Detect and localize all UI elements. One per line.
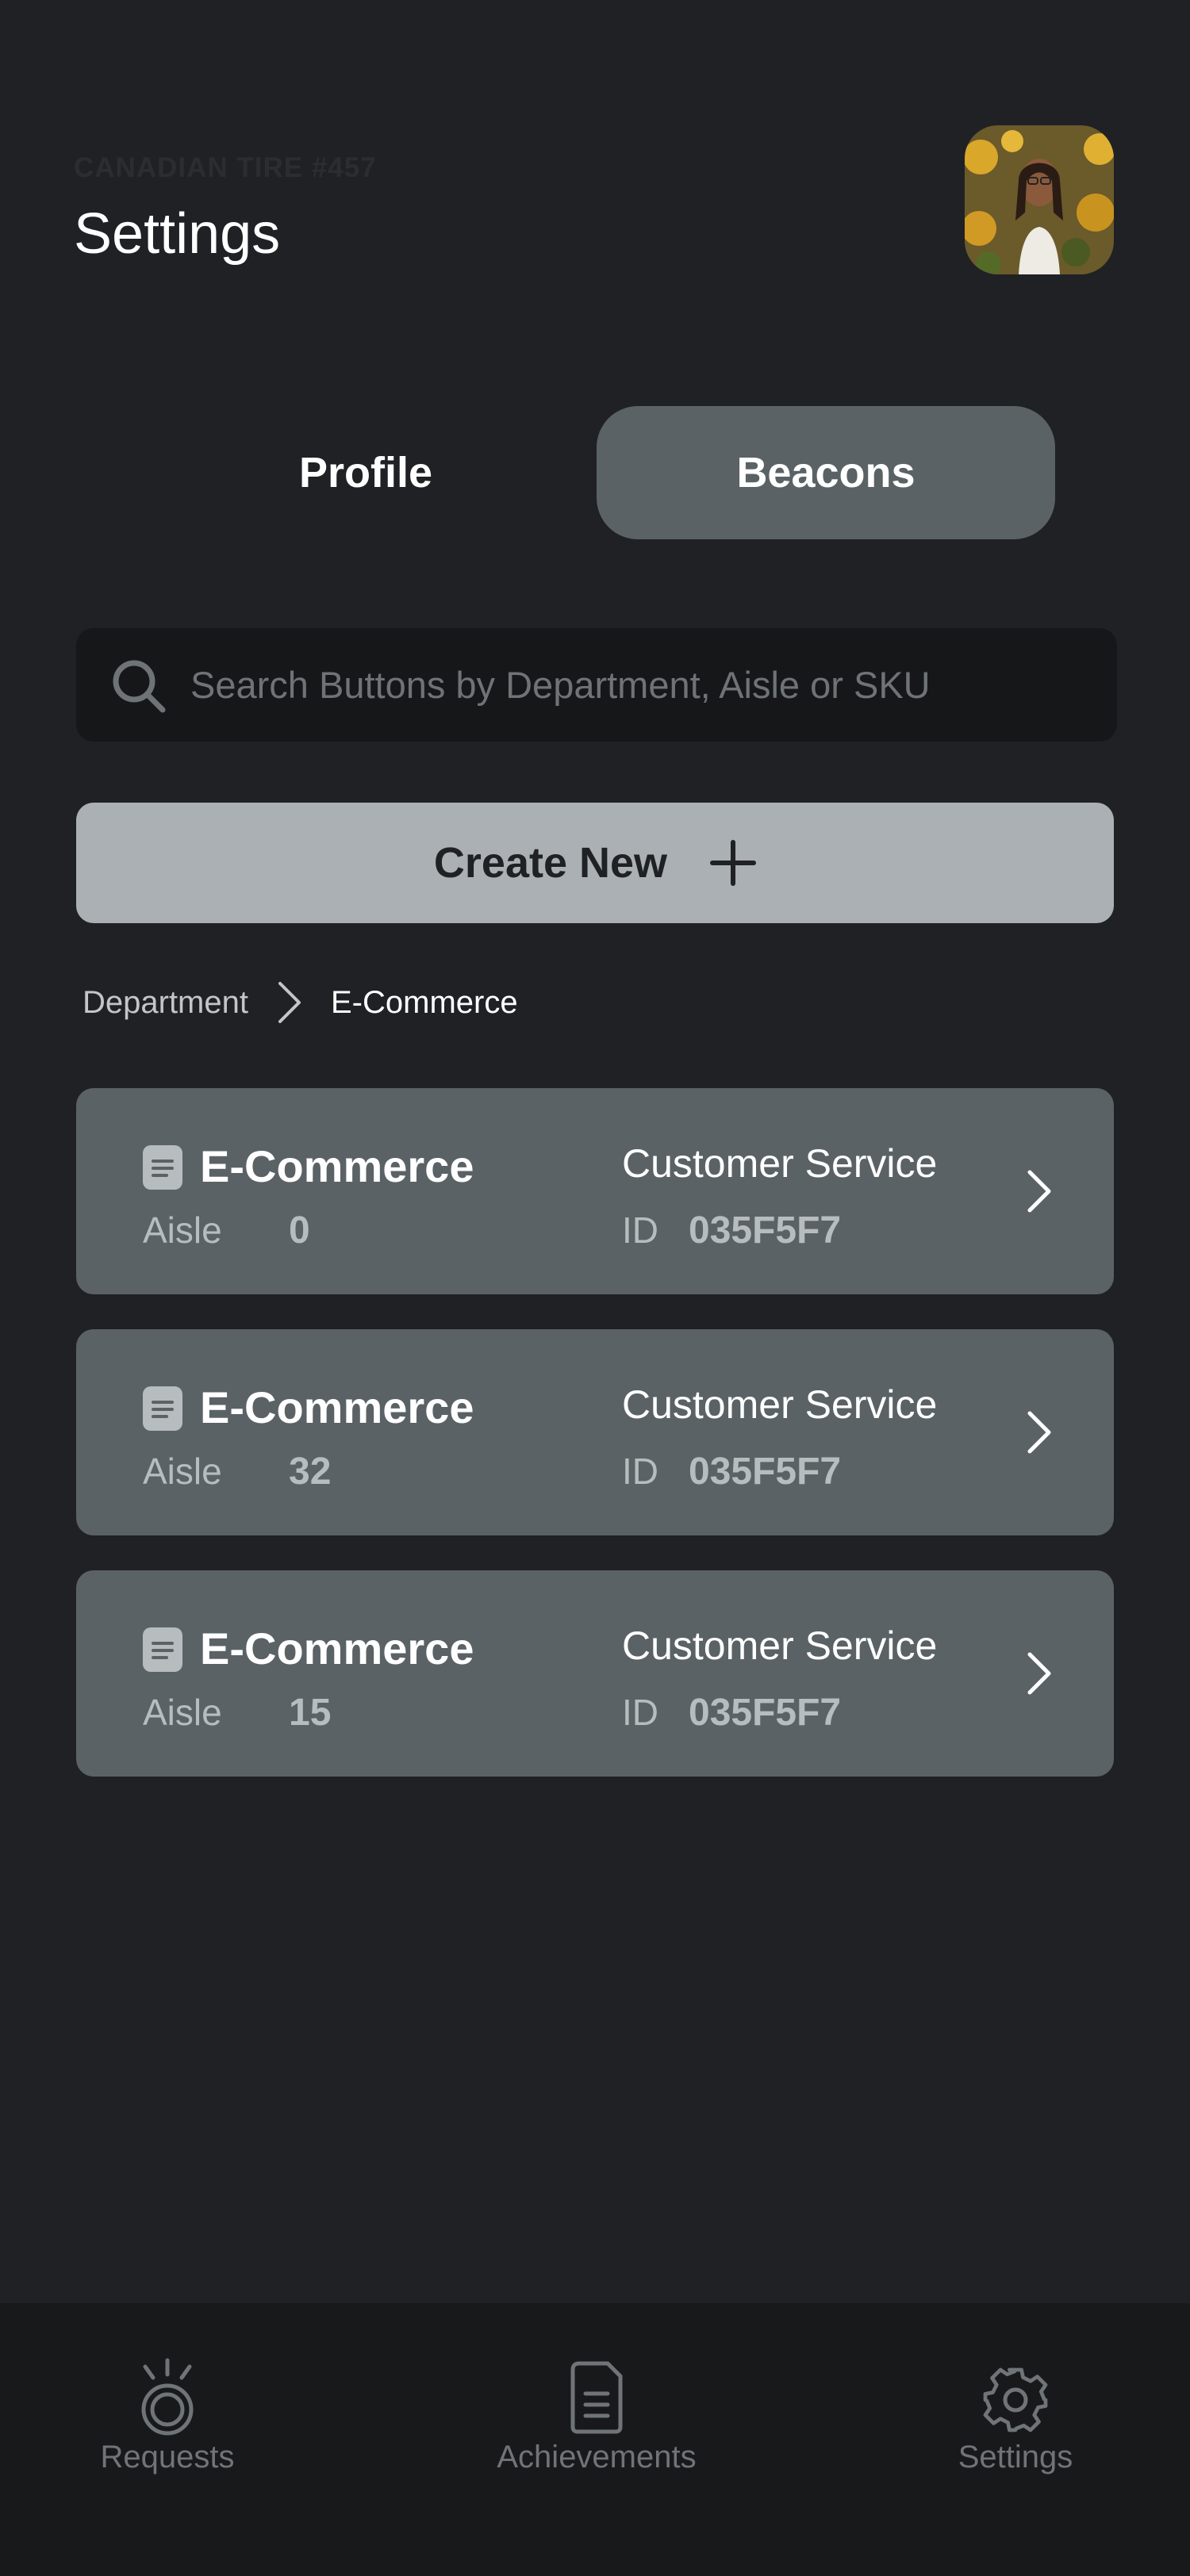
id-value: 035F5F7 bbox=[689, 1209, 842, 1252]
chevron-right-icon bbox=[1027, 1170, 1051, 1213]
search-icon bbox=[113, 660, 166, 713]
id-label: ID bbox=[622, 1209, 658, 1251]
breadcrumb-current: E-Commerce bbox=[330, 984, 518, 1020]
aisle-label: Aisle bbox=[143, 1451, 222, 1492]
beacon-service: Customer Service bbox=[622, 1141, 938, 1186]
id-label: ID bbox=[622, 1692, 658, 1733]
aisle-value: 0 bbox=[289, 1209, 310, 1252]
aisle-label: Aisle bbox=[143, 1692, 222, 1733]
chevron-right-icon bbox=[1027, 1652, 1051, 1695]
chevron-right-icon bbox=[278, 982, 301, 1023]
beacon-service: Customer Service bbox=[622, 1382, 938, 1427]
bottom-nav: Requests Achievements Settings bbox=[0, 2303, 1190, 2576]
beacon-department: E-Commerce bbox=[200, 1623, 474, 1673]
create-new-label: Create New bbox=[433, 839, 668, 887]
breadcrumb: Department E-Commerce bbox=[83, 979, 518, 1026]
beacon-card[interactable]: E-Commerce Aisle 15 Customer Service ID … bbox=[76, 1570, 1114, 1777]
document-icon bbox=[143, 1386, 182, 1431]
create-new-button[interactable]: Create New bbox=[76, 803, 1114, 923]
aisle-value: 15 bbox=[289, 1692, 332, 1734]
nav-requests[interactable]: Requests bbox=[83, 2303, 252, 2509]
avatar[interactable] bbox=[965, 125, 1114, 274]
plus-icon bbox=[710, 840, 757, 886]
nav-requests-label: Requests bbox=[100, 2440, 235, 2474]
nav-achievements[interactable]: Achievements bbox=[478, 2303, 716, 2509]
tab-profile[interactable]: Profile bbox=[136, 406, 595, 539]
search-input[interactable] bbox=[190, 628, 1095, 742]
id-value: 035F5F7 bbox=[689, 1692, 842, 1734]
gear-icon bbox=[983, 2367, 1048, 2432]
nav-settings[interactable]: Settings bbox=[936, 2303, 1095, 2509]
document-icon bbox=[143, 1627, 182, 1672]
avatar-photo bbox=[965, 125, 1114, 274]
beacon-department: E-Commerce bbox=[200, 1141, 474, 1191]
tab-beacons[interactable]: Beacons bbox=[597, 406, 1055, 539]
beacon-card[interactable]: E-Commerce Aisle 0 Customer Service ID 0… bbox=[76, 1088, 1114, 1294]
store-name: CANADIAN TIRE #457 bbox=[74, 152, 377, 183]
chevron-right-icon bbox=[1027, 1411, 1051, 1454]
aisle-value: 32 bbox=[289, 1451, 332, 1493]
beacon-service: Customer Service bbox=[622, 1623, 938, 1668]
document-icon bbox=[570, 2361, 623, 2434]
beacon-card[interactable]: E-Commerce Aisle 32 Customer Service ID … bbox=[76, 1329, 1114, 1535]
aisle-label: Aisle bbox=[143, 1209, 222, 1251]
beacon-department: E-Commerce bbox=[200, 1382, 474, 1432]
id-value: 035F5F7 bbox=[689, 1451, 842, 1493]
id-label: ID bbox=[622, 1451, 658, 1492]
breadcrumb-department[interactable]: Department bbox=[83, 985, 248, 1021]
document-icon bbox=[143, 1145, 182, 1190]
beacon-icon bbox=[141, 2358, 194, 2436]
page-title: Settings bbox=[74, 202, 281, 266]
nav-settings-label: Settings bbox=[958, 2440, 1073, 2474]
search-bar[interactable] bbox=[76, 628, 1117, 742]
nav-achievements-label: Achievements bbox=[497, 2440, 697, 2474]
